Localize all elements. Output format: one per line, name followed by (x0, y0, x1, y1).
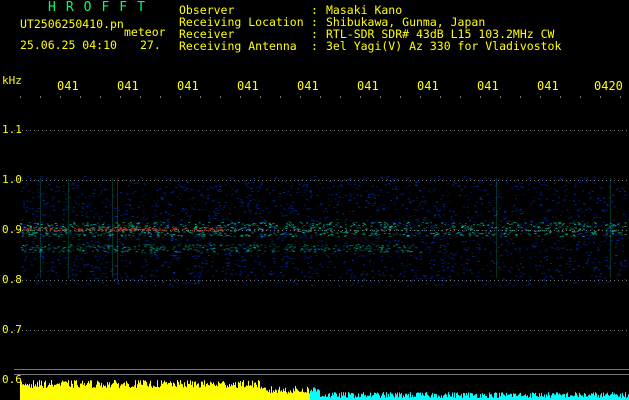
freq-tick-label: 0.7 (2, 323, 22, 336)
spectrogram-noise (20, 176, 627, 287)
spectrogram-plot (14, 96, 629, 400)
signal-level-bar (20, 380, 629, 400)
freq-tick-label: 1.1 (2, 123, 22, 136)
freq-tick-label: 0.8 (2, 273, 22, 286)
freq-tick-label: 1.0 (2, 173, 22, 186)
freq-tick-label: 0.6 (2, 373, 22, 386)
freq-tick-label: 0.9 (2, 223, 22, 236)
grid-lines (14, 96, 629, 375)
